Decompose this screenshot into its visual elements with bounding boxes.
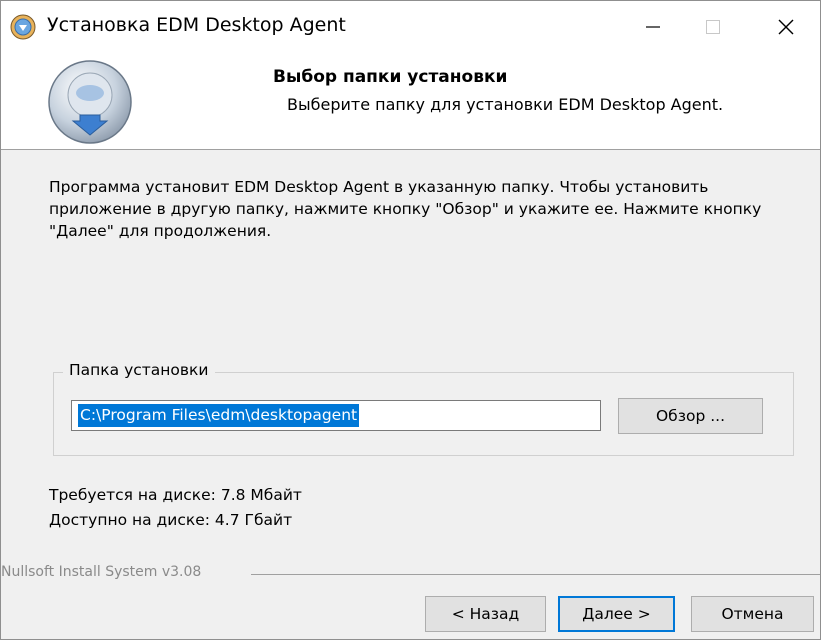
window-title: Установка EDM Desktop Agent bbox=[47, 14, 346, 36]
maximize-icon bbox=[706, 20, 720, 34]
footer-divider bbox=[251, 574, 820, 575]
intro-text: Программа установит EDM Desktop Agent в … bbox=[49, 178, 762, 240]
back-button[interactable]: < Назад bbox=[425, 596, 546, 632]
browse-button[interactable]: Обзор ... bbox=[618, 398, 763, 434]
maximize-button[interactable] bbox=[683, 1, 743, 53]
title-bar: Установка EDM Desktop Agent bbox=[1, 1, 820, 53]
close-button[interactable] bbox=[756, 1, 816, 53]
minimize-icon bbox=[646, 26, 660, 28]
disk-space-required: Требуется на диске: 7.8 Мбайт bbox=[49, 486, 302, 504]
page-title: Выбор папки установки bbox=[273, 67, 508, 87]
install-path-selected-text: C:\Program Files\edm\desktopagent bbox=[78, 404, 360, 427]
disk-space-available: Доступно на диске: 4.7 Гбайт bbox=[49, 511, 293, 529]
page-subtitle: Выберите папку для установки EDM Desktop… bbox=[287, 95, 724, 114]
next-button[interactable]: Далее > bbox=[558, 596, 675, 632]
cancel-button[interactable]: Отмена bbox=[691, 596, 814, 632]
install-folder-group-label: Папка установки bbox=[63, 361, 215, 379]
installer-window: Установка EDM Desktop Agent Выбор папки … bbox=[0, 0, 821, 640]
install-disc-logo bbox=[48, 60, 132, 144]
header-banner: Выбор папки установки Выберите папку для… bbox=[1, 53, 820, 150]
installer-icon bbox=[10, 14, 36, 40]
installer-branding: Nullsoft Install System v3.08 bbox=[1, 564, 208, 580]
minimize-button[interactable] bbox=[623, 1, 683, 53]
close-icon bbox=[778, 19, 794, 35]
